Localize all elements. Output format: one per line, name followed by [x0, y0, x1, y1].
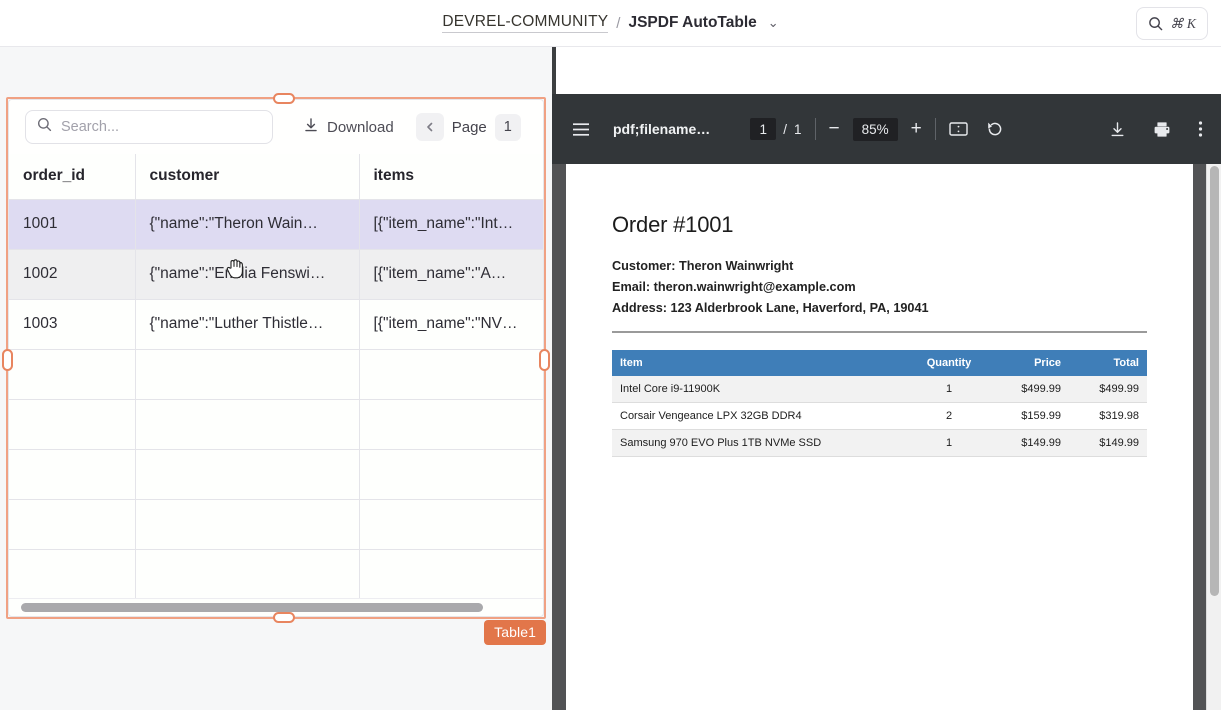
pdf-items-table: Item Quantity Price Total Intel Core i9-… [612, 350, 1147, 457]
pdf-address-line: Address: 123 Alderbrook Lane, Haverford,… [612, 301, 929, 315]
pdf-cell-total: $499.99 [1069, 376, 1147, 403]
toolbar-divider [934, 118, 936, 140]
zoom-out-button[interactable]: − [829, 118, 840, 140]
pdf-toolbar-right-actions [1109, 120, 1203, 138]
chevron-down-icon[interactable]: ⌄ [768, 15, 779, 31]
pdf-cell-quantity: 2 [907, 402, 991, 430]
breadcrumb: DEVREL-COMMUNITY / JSPDF AutoTable ⌄ [442, 13, 779, 33]
top-bar: DEVREL-COMMUNITY / JSPDF AutoTable ⌄ [0, 0, 1221, 47]
pdf-header-total: Total [1069, 350, 1147, 376]
pdf-header-item: Item [612, 350, 907, 376]
pdf-scroll-area[interactable]: Order #1001 Customer: Theron Wainwright … [552, 164, 1221, 710]
toolbar-divider [814, 118, 816, 140]
search-icon [1148, 16, 1163, 31]
pdf-table-row: Corsair Vengeance LPX 32GB DDR4 2 $159.9… [612, 402, 1147, 430]
breadcrumb-org[interactable]: DEVREL-COMMUNITY [442, 13, 609, 33]
pdf-customer-line: Customer: Theron Wainwright [612, 259, 794, 273]
pdf-cell-item: Samsung 970 EVO Plus 1TB NVMe SSD [612, 429, 907, 457]
pdf-cell-item: Corsair Vengeance LPX 32GB DDR4 [612, 402, 907, 430]
pdf-toolbar: pdf;filename… 1 / 1 − 85% + [552, 94, 1221, 164]
resize-handle-right[interactable] [539, 349, 550, 371]
print-icon[interactable] [1153, 121, 1171, 138]
hamburger-menu-icon[interactable] [572, 122, 590, 137]
pdf-zoom-level[interactable]: 85% [852, 117, 898, 141]
pdf-current-page-input[interactable]: 1 [750, 118, 777, 140]
pdf-cell-price: $499.99 [991, 376, 1069, 403]
pdf-page-separator: / [783, 121, 787, 137]
pdf-viewer-pane: pdf;filename… 1 / 1 − 85% + Order #1001 … [552, 94, 1221, 710]
pdf-total-pages: 1 [794, 121, 802, 137]
more-vertical-icon[interactable] [1198, 120, 1203, 138]
resize-handle-bottom[interactable] [273, 612, 295, 623]
global-search-button[interactable]: ⌘ K [1136, 7, 1208, 40]
pdf-table-row: Intel Core i9-11900K 1 $499.99 $499.99 [612, 376, 1147, 403]
pdf-divider [612, 331, 1147, 333]
download-icon[interactable] [1109, 121, 1126, 138]
pdf-order-heading: Order #1001 [612, 212, 734, 237]
pdf-order-meta: Customer: Theron Wainwright Email: thero… [612, 256, 1147, 319]
pdf-cell-total: $319.98 [1069, 402, 1147, 430]
pdf-page: Order #1001 Customer: Theron Wainwright … [566, 164, 1193, 710]
pdf-cell-quantity: 1 [907, 429, 991, 457]
mouse-cursor-pointer [226, 258, 244, 280]
selection-frame: Table1 [2, 93, 550, 645]
pdf-table-row: Samsung 970 EVO Plus 1TB NVMe SSD 1 $149… [612, 429, 1147, 457]
pdf-cell-item: Intel Core i9-11900K [612, 376, 907, 403]
pdf-cell-price: $159.99 [991, 402, 1069, 430]
pdf-zoom-controls: − 85% + [829, 117, 922, 141]
pdf-page-indicator: 1 / 1 [750, 118, 802, 140]
pdf-vertical-scrollbar-thumb[interactable] [1210, 166, 1219, 596]
pdf-header-quantity: Quantity [907, 350, 991, 376]
search-shortcut-label: ⌘ K [1170, 15, 1196, 31]
resize-handle-top[interactable] [273, 93, 295, 104]
zoom-in-button[interactable]: + [911, 118, 922, 140]
resize-handle-left[interactable] [2, 349, 13, 371]
fit-page-icon[interactable] [949, 121, 968, 137]
pdf-cell-quantity: 1 [907, 376, 991, 403]
pdf-cell-total: $149.99 [1069, 429, 1147, 457]
breadcrumb-separator: / [616, 14, 621, 32]
rotate-icon[interactable] [986, 120, 1004, 138]
breadcrumb-page-title[interactable]: JSPDF AutoTable [628, 14, 756, 32]
pdf-header-price: Price [991, 350, 1069, 376]
pdf-filename-label: pdf;filename… [613, 121, 711, 137]
pdf-cell-price: $149.99 [991, 429, 1069, 457]
component-name-badge[interactable]: Table1 [484, 620, 546, 645]
pdf-email-line: Email: theron.wainwright@example.com [612, 280, 856, 294]
pdf-table-header-row: Item Quantity Price Total [612, 350, 1147, 376]
pdf-vertical-scrollbar[interactable] [1206, 164, 1221, 710]
